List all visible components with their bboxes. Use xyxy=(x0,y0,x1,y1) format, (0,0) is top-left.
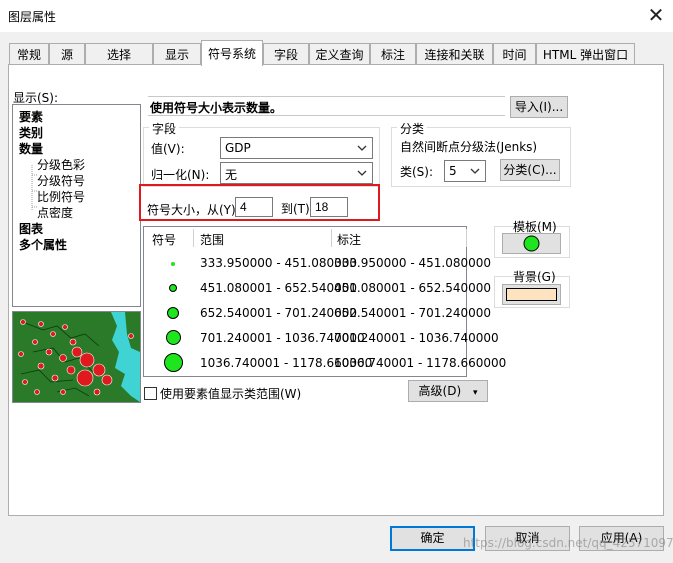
symbol-size-to-input[interactable] xyxy=(310,197,348,217)
symbol-dot xyxy=(169,284,177,292)
table-row[interactable]: 333.950000 - 451.080000 333.950000 - 451… xyxy=(144,252,491,277)
advanced-button-label: 高级(D) xyxy=(418,384,462,398)
background-label: 背景(G) xyxy=(513,270,556,284)
advanced-button[interactable]: 高级(D) ▾ xyxy=(408,380,488,402)
tree-item-features[interactable]: 要素 xyxy=(19,108,43,125)
table-row[interactable]: 652.540001 - 701.240000 652.540001 - 701… xyxy=(144,302,491,327)
classes-count-selected: 5 xyxy=(449,164,457,178)
symbol-size-to-label: 到(T): xyxy=(281,202,314,216)
table-row[interactable]: 1036.740001 - 1178.660000 1036.740001 - … xyxy=(144,352,506,377)
tree-connector-lines xyxy=(31,165,38,211)
tree-item-proportional-symbols[interactable]: 比例符号 xyxy=(37,188,85,205)
background-color-button[interactable] xyxy=(502,284,561,305)
chevron-down-icon xyxy=(470,168,480,174)
column-header-label[interactable]: 标注 xyxy=(337,231,361,248)
tree-item-graduated-symbols[interactable]: 分级符号 xyxy=(37,172,85,189)
symbol-dot xyxy=(171,262,175,266)
renderer-description: 使用符号大小表示数量。 xyxy=(148,96,505,116)
column-separator xyxy=(193,229,194,247)
tab-labels[interactable]: 标注 xyxy=(370,43,416,64)
label-cell: 701.240001 - 1036.740000 xyxy=(334,331,499,345)
classify-button[interactable]: 分类(C)... xyxy=(500,159,560,181)
template-symbol-button[interactable] xyxy=(502,233,561,254)
normalize-label: 归一化(N): xyxy=(151,168,210,182)
classification-method: 自然间断点分级法(Jenks) xyxy=(400,140,538,154)
column-header-range[interactable]: 范围 xyxy=(200,231,224,248)
column-separator xyxy=(466,229,467,247)
tab-fields[interactable]: 字段 xyxy=(263,43,309,64)
label-cell: 1036.740001 - 1178.660000 xyxy=(334,356,507,370)
dropdown-arrow-icon: ▾ xyxy=(472,388,478,398)
tab-definition-query[interactable]: 定义查询 xyxy=(309,43,370,64)
symbol-dot xyxy=(167,307,179,319)
value-label: 值(V): xyxy=(151,142,185,156)
value-field-selected: GDP xyxy=(225,141,251,155)
tree-item-charts[interactable]: 图表 xyxy=(19,220,43,237)
normalize-field-select[interactable]: 无 xyxy=(220,162,373,184)
tab-general[interactable]: 常规 xyxy=(9,43,49,64)
tab-html-popup[interactable]: HTML 弹出窗口 xyxy=(536,43,635,64)
background-color-swatch xyxy=(506,288,557,301)
watermark: https://blog.csdn.net/qq_42571097 xyxy=(463,536,673,550)
column-separator xyxy=(331,229,332,247)
classes-count-select[interactable]: 5 xyxy=(444,160,486,182)
column-header-symbol[interactable]: 符号 xyxy=(152,231,176,248)
tree-item-quantities[interactable]: 数量 xyxy=(19,140,43,157)
renderer-tree[interactable]: 要素 类别 数量 分级色彩 分级符号 比例符号 点密度 图表 多个属性 xyxy=(12,104,141,307)
chevron-down-icon xyxy=(357,145,367,151)
template-symbol-swatch xyxy=(523,235,540,252)
tab-display[interactable]: 显示 xyxy=(153,43,201,64)
tab-joins-relates[interactable]: 连接和关联 xyxy=(416,43,493,64)
classes-label: 类(S): xyxy=(400,165,434,179)
symbol-size-from-input[interactable] xyxy=(235,197,273,217)
tree-item-multiple-attributes[interactable]: 多个属性 xyxy=(19,236,67,253)
tree-item-dot-density[interactable]: 点密度 xyxy=(37,204,73,221)
chevron-down-icon xyxy=(357,170,367,176)
label-cell: 451.080001 - 652.540000 xyxy=(334,281,492,295)
symbol-dot xyxy=(166,330,181,345)
show-class-ranges-checkbox[interactable] xyxy=(144,387,157,400)
import-button[interactable]: 导入(I)... xyxy=(510,96,568,118)
show-class-ranges-label: 使用要素值显示类范围(W) xyxy=(160,387,302,401)
tab-source[interactable]: 源 xyxy=(49,43,85,64)
close-icon[interactable]: ✕ xyxy=(643,3,669,29)
normalize-field-selected: 无 xyxy=(225,168,238,182)
class-symbol-table[interactable]: 符号 范围 标注 333.950000 - 451.080000 333.950… xyxy=(143,226,506,377)
window-title: 图层属性 xyxy=(8,10,57,24)
tree-item-categories[interactable]: 类别 xyxy=(19,124,43,141)
fields-group-title: 字段 xyxy=(149,120,180,137)
value-field-select[interactable]: GDP xyxy=(220,137,373,159)
title-bar: 图层属性 ✕ xyxy=(0,0,673,32)
heading-text: 使用符号大小表示数量。 xyxy=(150,101,283,115)
preview-map xyxy=(12,311,141,403)
symbol-size-from-label: 符号大小，从(Y) xyxy=(147,203,236,217)
label-cell: 333.950000 - 451.080000 xyxy=(334,256,492,270)
symbol-dot xyxy=(164,353,183,372)
label-cell: 652.540001 - 701.240000 xyxy=(334,306,492,320)
tree-item-graduated-colors[interactable]: 分级色彩 xyxy=(37,156,85,173)
tab-time[interactable]: 时间 xyxy=(493,43,536,64)
table-row[interactable]: 701.240001 - 1036.740000 701.240001 - 10… xyxy=(144,327,499,352)
tab-selection[interactable]: 选择 xyxy=(85,43,153,64)
preview-map-image xyxy=(13,312,140,402)
table-row[interactable]: 451.080001 - 652.540000 451.080001 - 652… xyxy=(144,277,491,302)
classification-group-title: 分类 xyxy=(397,120,428,137)
tab-symbology[interactable]: 符号系统 xyxy=(201,40,263,66)
